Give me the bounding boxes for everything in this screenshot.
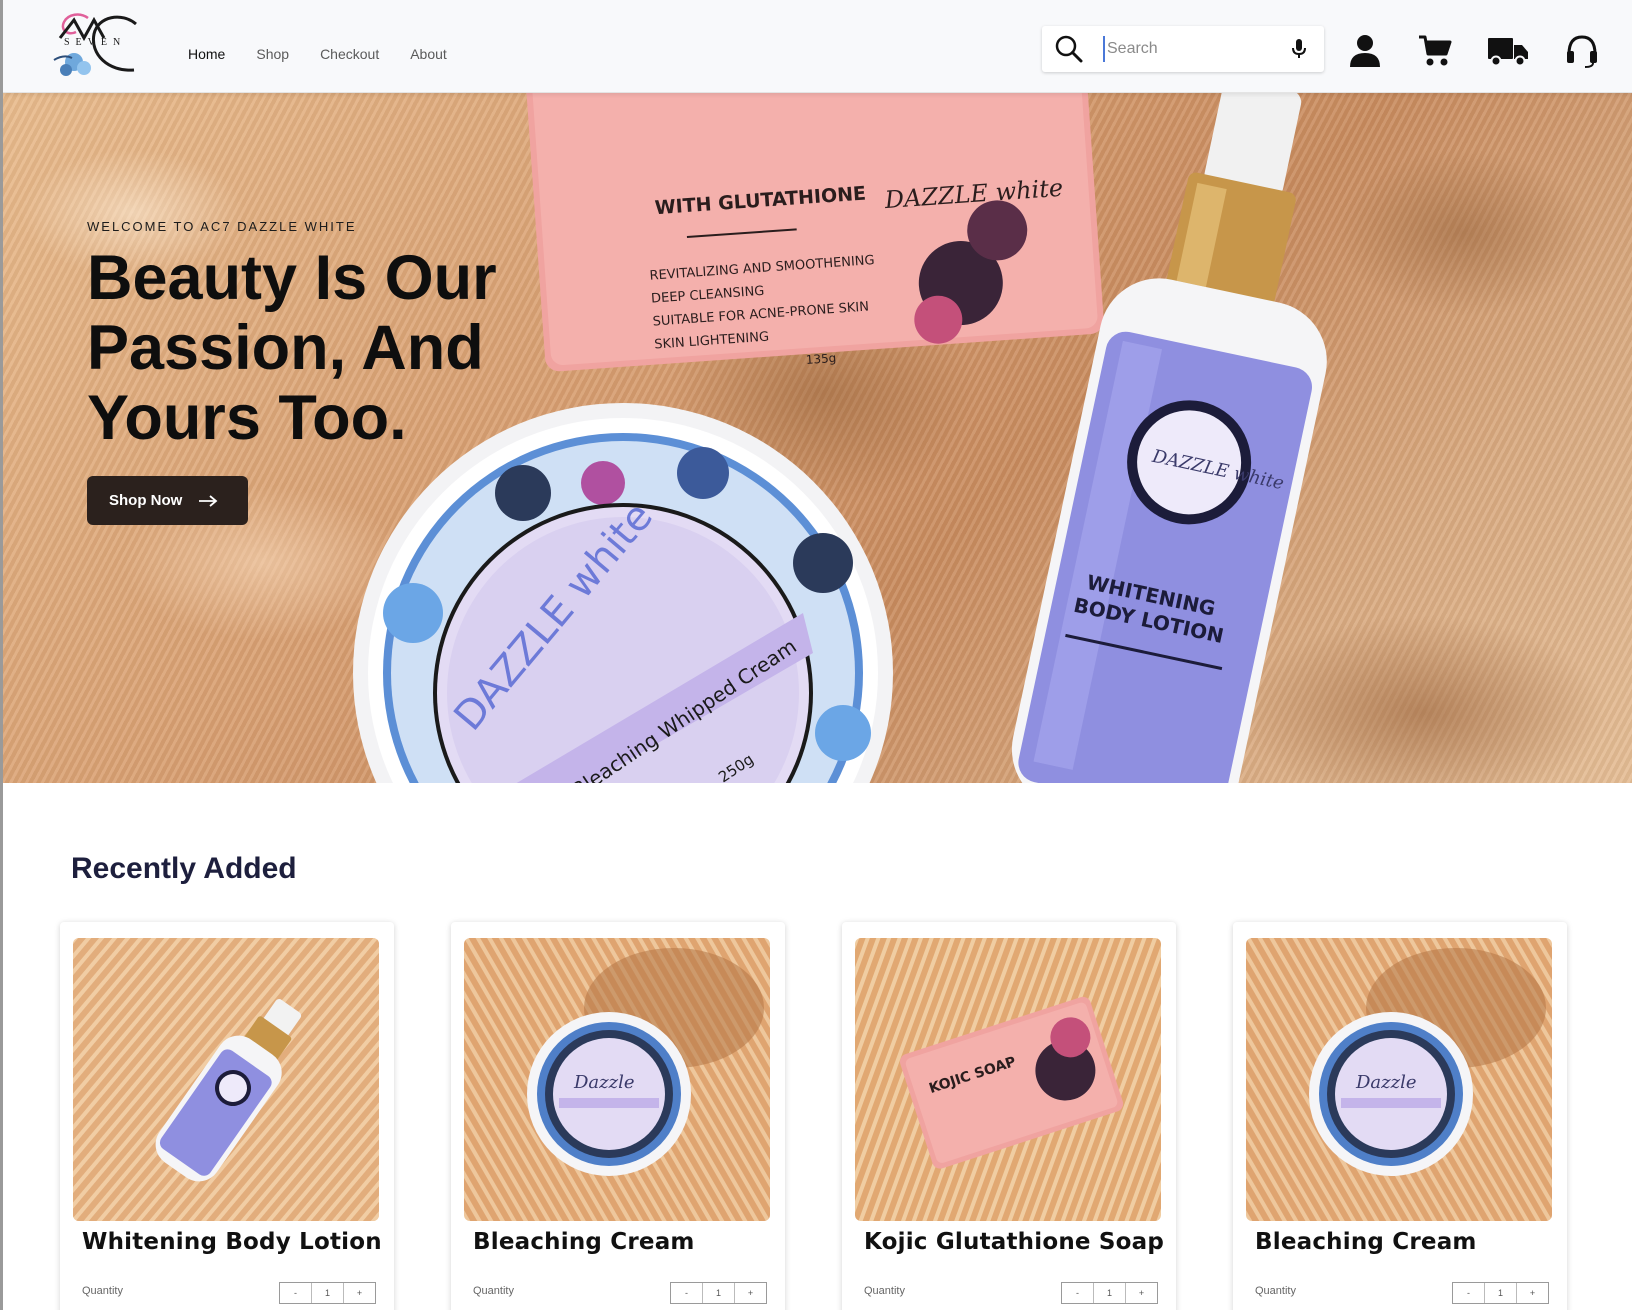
- product-card[interactable]: Dazzle Bleaching Cream Quantity - 1 +: [451, 922, 785, 1310]
- main-nav: Home Shop Checkout About: [188, 46, 478, 62]
- user-icon[interactable]: [1349, 34, 1381, 68]
- quantity-value[interactable]: 1: [311, 1283, 344, 1303]
- decrement-button[interactable]: -: [1453, 1283, 1484, 1303]
- quantity-label: Quantity: [473, 1285, 514, 1297]
- quantity-value[interactable]: 1: [702, 1283, 735, 1303]
- decrement-button[interactable]: -: [1062, 1283, 1093, 1303]
- svg-text:Dazzle: Dazzle: [1355, 1072, 1417, 1093]
- quantity-label: Quantity: [1255, 1285, 1296, 1297]
- shop-now-button[interactable]: Shop Now: [87, 476, 248, 525]
- hero-title: Beauty Is Our Passion, And Yours Too.: [87, 243, 497, 453]
- product-image[interactable]: KOJIC SOAP: [855, 938, 1161, 1221]
- increment-button[interactable]: +: [344, 1283, 375, 1303]
- product-name[interactable]: Bleaching Cream: [1255, 1229, 1477, 1255]
- increment-button[interactable]: +: [1517, 1283, 1548, 1303]
- soap-weight: 135g: [805, 351, 836, 367]
- product-name[interactable]: Bleaching Cream: [473, 1229, 695, 1255]
- nav-shop[interactable]: Shop: [256, 46, 289, 62]
- product-name[interactable]: Whitening Body Lotion: [82, 1229, 382, 1255]
- product-image[interactable]: [73, 938, 379, 1221]
- search-icon[interactable]: [1055, 35, 1083, 63]
- quantity-stepper: - 1 +: [1061, 1282, 1158, 1304]
- decrement-button[interactable]: -: [671, 1283, 702, 1303]
- nav-home[interactable]: Home: [188, 46, 225, 62]
- brand-logo[interactable]: SEVEN: [50, 10, 142, 84]
- logo-word: SEVEN: [64, 37, 126, 48]
- quantity-stepper: - 1 +: [279, 1282, 376, 1304]
- headset-icon[interactable]: [1566, 34, 1598, 68]
- quantity-value[interactable]: 1: [1093, 1283, 1126, 1303]
- top-navbar: SEVEN Home Shop Checkout About: [3, 0, 1632, 93]
- product-card[interactable]: KOJIC SOAP Kojic Glutathione Soap Quanti…: [842, 922, 1176, 1310]
- app-window: SEVEN Home Shop Checkout About Search WI…: [0, 0, 1632, 1310]
- hero-eyebrow: WELCOME TO AC7 DAZZLE WHITE: [87, 219, 357, 234]
- nav-checkout[interactable]: Checkout: [320, 46, 379, 62]
- quantity-label: Quantity: [82, 1285, 123, 1297]
- quantity-value[interactable]: 1: [1484, 1283, 1517, 1303]
- hero-soap-pack: WITH GLUTATHIONE REVITALIZING AND SMOOTH…: [523, 93, 1104, 372]
- arrow-right-icon: [199, 494, 218, 507]
- nav-about[interactable]: About: [410, 46, 447, 62]
- cart-icon[interactable]: [1418, 34, 1452, 68]
- increment-button[interactable]: +: [735, 1283, 766, 1303]
- recently-added-heading: Recently Added: [71, 852, 297, 885]
- product-image[interactable]: Dazzle: [1246, 938, 1552, 1221]
- product-card[interactable]: Whitening Body Lotion Quantity - 1 +: [60, 922, 394, 1310]
- product-name[interactable]: Kojic Glutathione Soap: [864, 1229, 1164, 1255]
- decrement-button[interactable]: -: [280, 1283, 311, 1303]
- quantity-stepper: - 1 +: [670, 1282, 767, 1304]
- search-input[interactable]: [1103, 36, 1273, 62]
- product-card[interactable]: Dazzle Bleaching Cream Quantity - 1 +: [1233, 922, 1567, 1310]
- truck-icon[interactable]: [1487, 34, 1529, 68]
- increment-button[interactable]: +: [1126, 1283, 1157, 1303]
- product-image[interactable]: Dazzle: [464, 938, 770, 1221]
- shop-now-label: Shop Now: [109, 492, 183, 509]
- mic-icon[interactable]: [1290, 38, 1308, 60]
- search-bar: [1042, 26, 1324, 72]
- hero-cream-jar: DAZZLE white Bleaching Whipped Cream 250…: [353, 403, 893, 783]
- svg-text:Dazzle: Dazzle: [573, 1072, 635, 1093]
- quantity-label: Quantity: [864, 1285, 905, 1297]
- quantity-stepper: - 1 +: [1452, 1282, 1549, 1304]
- hero-banner: WITH GLUTATHIONE REVITALIZING AND SMOOTH…: [3, 93, 1632, 783]
